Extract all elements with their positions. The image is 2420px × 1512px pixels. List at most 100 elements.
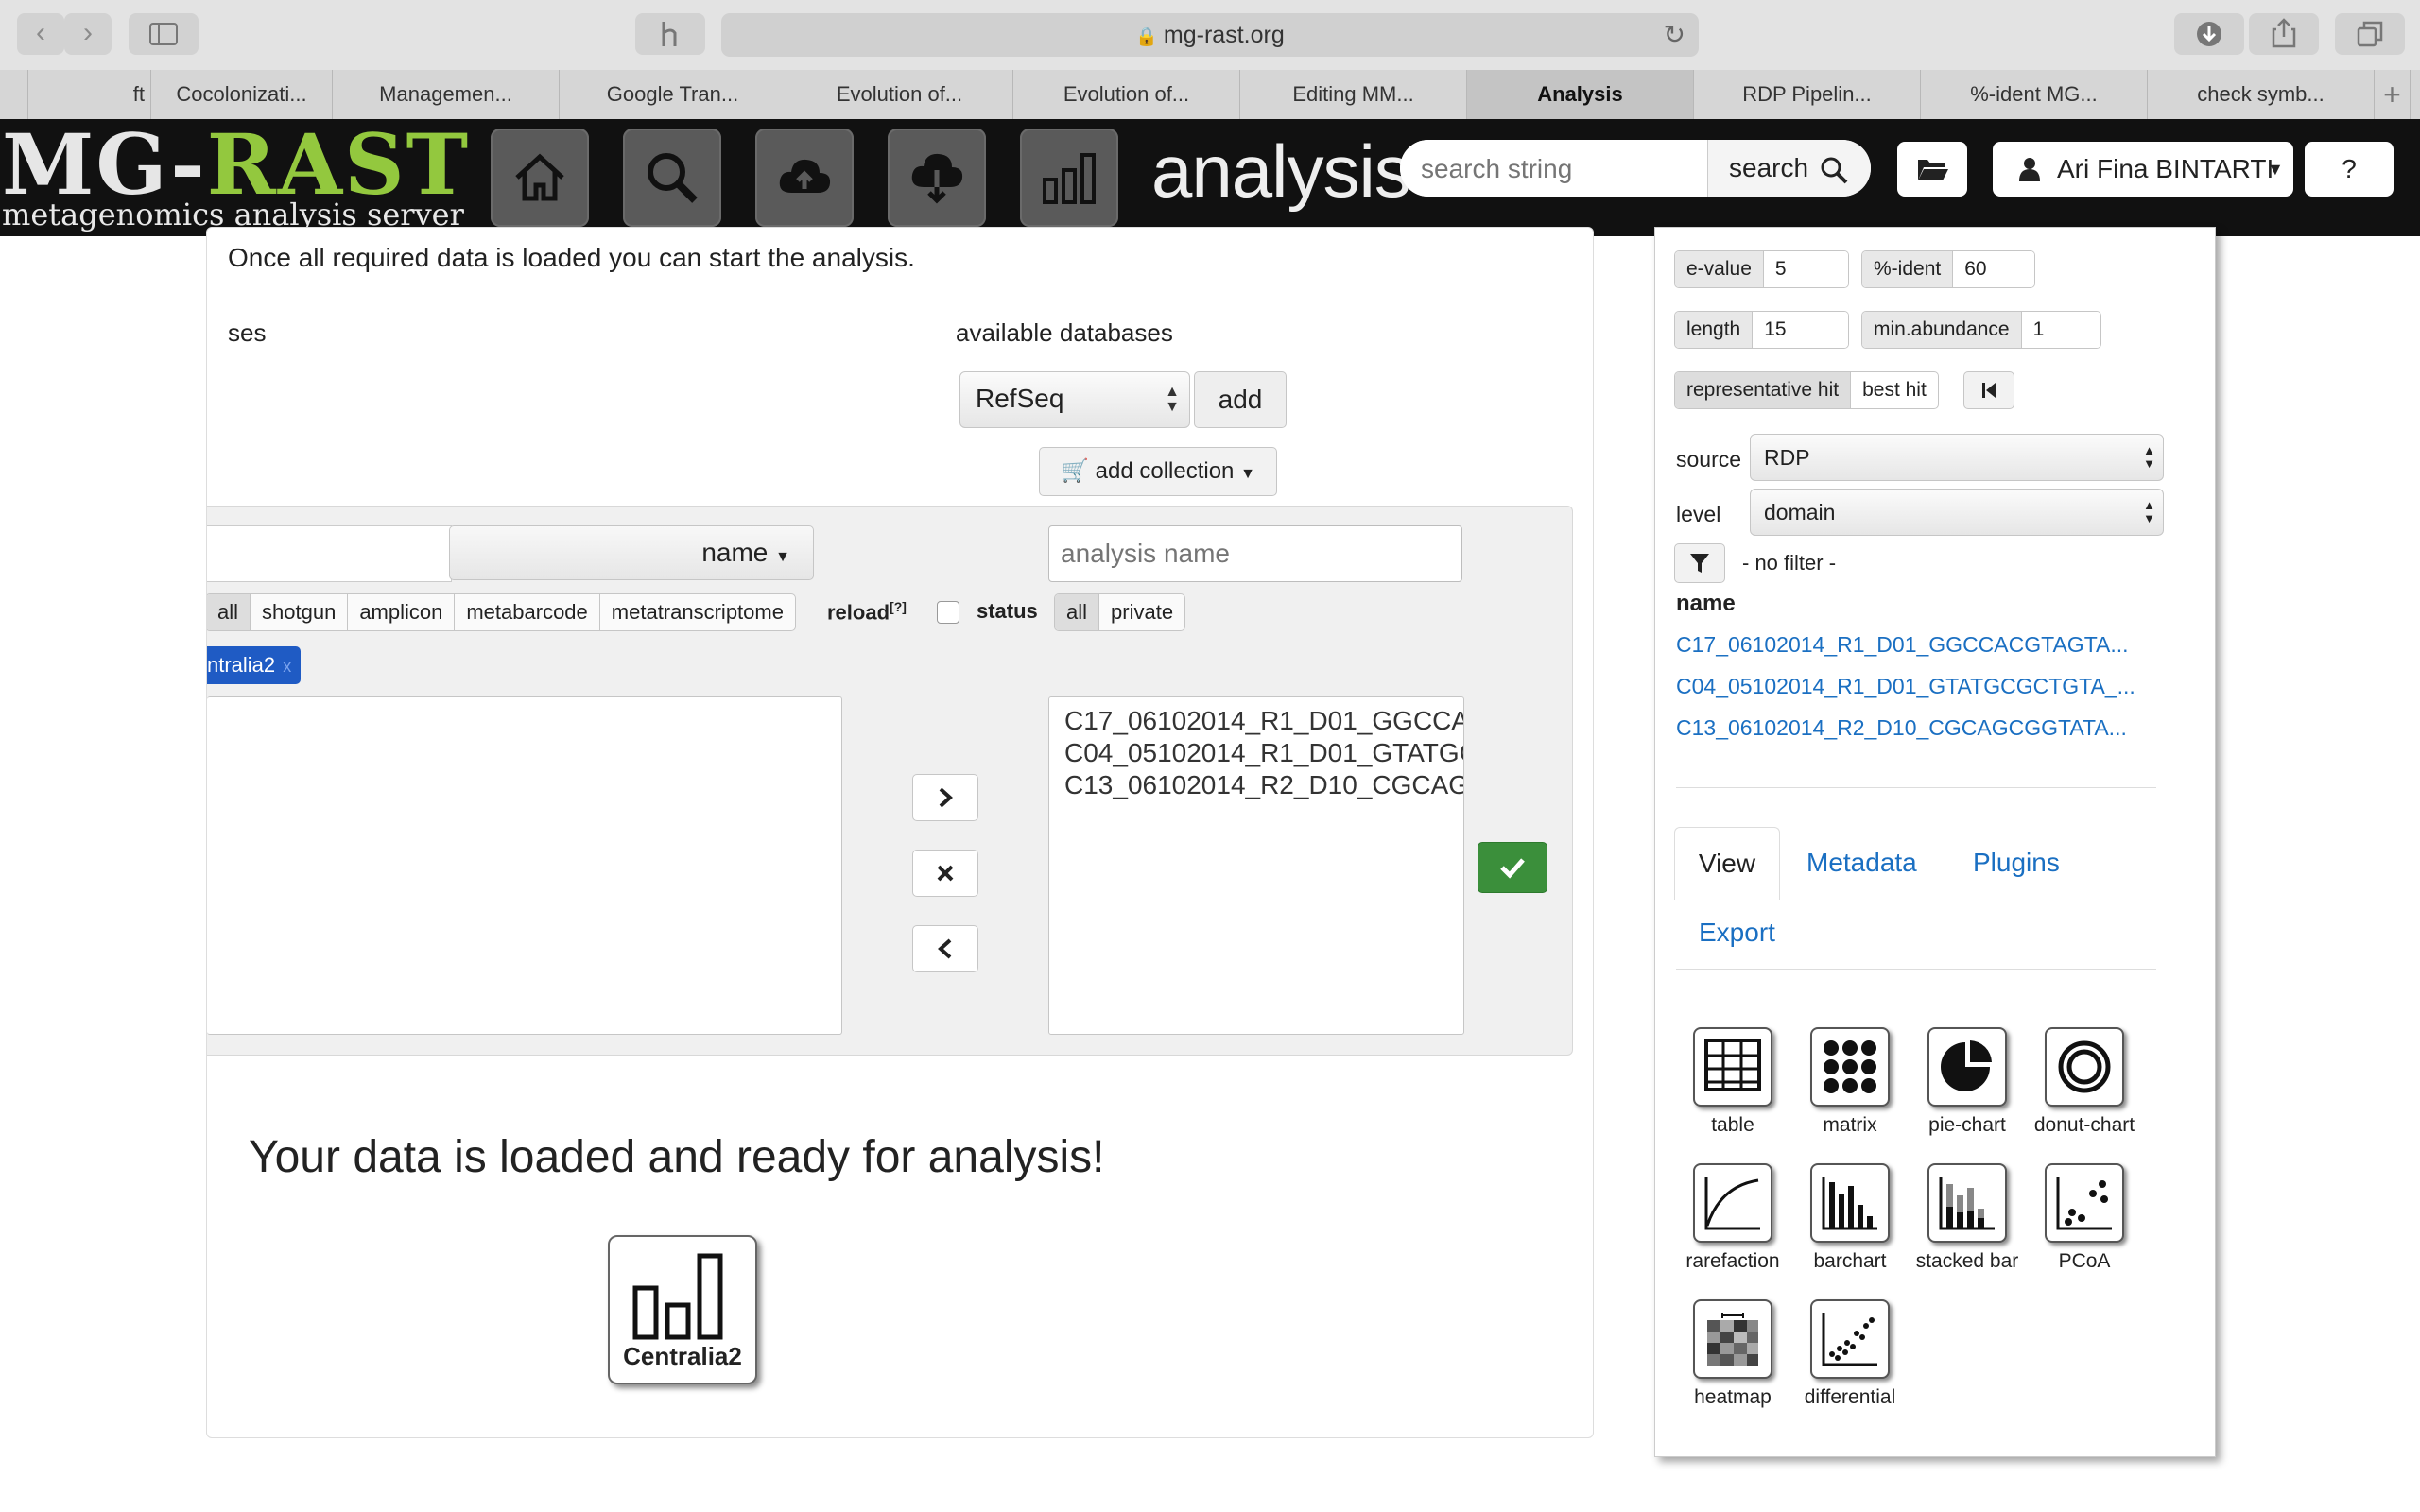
analysis-nav-button[interactable] (1020, 129, 1118, 227)
reload-icon[interactable]: ↻ (1664, 13, 1685, 57)
min-abundance-field[interactable]: min.abundance 1 (1861, 311, 2101, 349)
list-item[interactable]: C17_06102014_R1_D01_GGCCACGTAGTA (1064, 705, 1463, 737)
viz-donut-chart-button[interactable]: donut-chart (2026, 1027, 2143, 1137)
differential-icon (1822, 1313, 1877, 1366)
browser-tab[interactable]: Cocolonizati... (151, 70, 333, 119)
confirm-button[interactable] (1478, 842, 1547, 893)
length-field[interactable]: length 15 (1674, 311, 1849, 349)
move-right-button[interactable] (912, 774, 978, 821)
forward-button[interactable]: › (64, 13, 112, 55)
search-input[interactable] (1400, 140, 1725, 197)
tab-pinned[interactable] (0, 70, 28, 119)
viz-heatmap-button[interactable]: heatmap (1674, 1299, 1791, 1409)
sort-dropdown[interactable]: name ▼ (449, 525, 814, 580)
move-left-button[interactable] (912, 925, 978, 972)
reload-checkbox[interactable] (937, 601, 959, 624)
filter-button[interactable] (1674, 543, 1725, 583)
viz-pcoa-button[interactable]: PCoA (2026, 1163, 2143, 1273)
browser-tab-active[interactable]: Analysis (1467, 70, 1694, 119)
metagenome-link[interactable]: C17_06102014_R1_D01_GGCCACGTAGTA... (1676, 632, 2168, 658)
tabs-overview-icon[interactable] (2335, 13, 2405, 55)
share-icon[interactable] (2249, 13, 2319, 55)
selected-metagenomes-list[interactable]: C17_06102014_R1_D01_GGCCACGTAGTA C04_051… (1048, 696, 1464, 1035)
viz-differential-button[interactable]: differential (1791, 1299, 1909, 1409)
loaded-collection-tile[interactable]: Centralia2 (608, 1235, 757, 1384)
type-filter-metabarcode[interactable]: metabarcode (455, 594, 600, 630)
list-item[interactable]: C04_05102014_R1_D01_GTATGCGCTGTA (1064, 737, 1463, 769)
ident-value[interactable]: 60 (1953, 251, 2034, 287)
divider (1676, 787, 2156, 788)
browser-tab[interactable]: %-ident MG... (1921, 70, 2148, 119)
tab-metadata[interactable]: Metadata (1806, 848, 1917, 878)
url-bar[interactable]: 🔒 mg-rast.org ↻ (721, 13, 1699, 57)
source-select[interactable]: RDP ▲ ▼ (1750, 434, 2164, 481)
sidebar-toggle-icon[interactable] (129, 13, 199, 55)
status-filter-private[interactable]: private (1099, 594, 1184, 630)
browser-tab[interactable]: Managemen... (333, 70, 560, 119)
type-filter-metatranscriptome[interactable]: metatranscriptome (600, 594, 795, 630)
folder-button[interactable] (1897, 142, 1967, 197)
representative-hit-toggle[interactable]: representative hit (1675, 372, 1852, 408)
download-button[interactable] (888, 129, 986, 227)
metagenome-link[interactable]: C04_05102014_R1_D01_GTATGCGCTGTA_... (1676, 674, 2168, 699)
user-menu-button[interactable]: Ari Fina BINTARTI ▼ (1993, 142, 2293, 197)
remove-button[interactable] (912, 850, 978, 897)
add-collection-button[interactable]: 🛒 add collection ▼ (1039, 447, 1277, 496)
evalue-field[interactable]: e-value 5 (1674, 250, 1849, 288)
search-nav-button[interactable] (623, 129, 721, 227)
extension-icon[interactable] (635, 13, 705, 55)
help-button[interactable]: ? (2305, 142, 2394, 197)
length-value[interactable]: 15 (1753, 312, 1848, 348)
tab-export[interactable]: Export (1699, 918, 1775, 948)
browser-tab[interactable]: Editing MM... (1240, 70, 1467, 119)
tab-plugins[interactable]: Plugins (1973, 848, 2060, 878)
level-select[interactable]: domain ▲ ▼ (1750, 489, 2164, 536)
viz-stacked-bar-button[interactable]: stacked bar (1909, 1163, 2026, 1273)
new-tab-button[interactable]: + (2375, 70, 2411, 119)
analysis-name-field[interactable] (1048, 525, 1462, 582)
browser-tab[interactable]: check symb... (2148, 70, 2375, 119)
tab-view[interactable]: View (1674, 827, 1780, 900)
database-select[interactable]: RefSeq ▲ ▼ (959, 371, 1190, 428)
downloads-icon[interactable] (2174, 13, 2244, 55)
status-filter-all[interactable]: all (1055, 594, 1100, 630)
viz-table-button[interactable]: table (1674, 1027, 1791, 1137)
viz-rarefaction-button[interactable]: rarefaction (1674, 1163, 1791, 1273)
collection-tag[interactable]: ntralia2 x (207, 646, 302, 684)
type-filter-all[interactable]: all (207, 594, 251, 630)
type-filter-amplicon[interactable]: amplicon (348, 594, 456, 630)
back-button[interactable]: ‹ (17, 13, 64, 55)
min-abundance-value[interactable]: 1 (2021, 312, 2100, 348)
analysis-name-input[interactable] (1049, 526, 1441, 581)
tag-remove-icon[interactable]: x (283, 657, 291, 676)
best-hit-toggle[interactable]: best hit (1851, 372, 1938, 408)
browser-tab[interactable]: ft (28, 70, 151, 119)
chevron-right-icon (939, 787, 953, 808)
viz-barchart-button[interactable]: barchart (1791, 1163, 1909, 1273)
ident-label: %-ident (1862, 251, 1954, 287)
viz-matrix-button[interactable]: matrix (1791, 1027, 1909, 1137)
ident-field[interactable]: %-ident 60 (1861, 250, 2035, 288)
search-button[interactable]: search (1707, 140, 1871, 197)
browser-tab[interactable]: Evolution of... (1013, 70, 1240, 119)
database-select-value: RefSeq (976, 384, 1064, 413)
home-button[interactable] (491, 129, 589, 227)
updown-arrows-icon: ▲ ▼ (2143, 443, 2155, 471)
browser-tab[interactable]: Evolution of... (786, 70, 1013, 119)
status-filter-group: all private (1054, 593, 1186, 631)
browser-tab[interactable]: RDP Pipelin... (1694, 70, 1921, 119)
available-metagenomes-list[interactable] (207, 696, 842, 1035)
evalue-value[interactable]: 5 (1763, 251, 1848, 287)
viz-label: stacked bar (1915, 1250, 2019, 1272)
filter-text-input[interactable] (207, 525, 452, 582)
list-item[interactable]: C13_06102014_R2_D10_CGCAGCGGTATA (1064, 769, 1463, 801)
upload-button[interactable] (755, 129, 854, 227)
viz-pie-chart-button[interactable]: pie-chart (1909, 1027, 2026, 1137)
browser-tab[interactable]: Google Tran... (560, 70, 786, 119)
reset-button[interactable] (1963, 371, 2014, 409)
metagenome-link[interactable]: C13_06102014_R2_D10_CGCAGCGGTATA... (1676, 715, 2168, 741)
reload-help-link[interactable]: [?] (890, 599, 907, 614)
type-filter-shotgun[interactable]: shotgun (251, 594, 349, 630)
loaded-collection-label: Centralia2 (623, 1342, 742, 1370)
add-database-button[interactable]: add (1194, 371, 1287, 428)
